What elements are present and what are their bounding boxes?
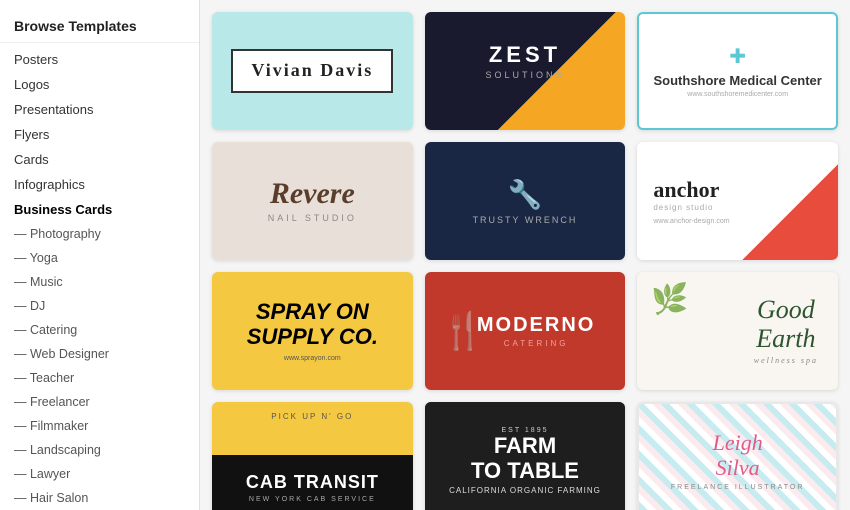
card-cab-transit[interactable]: PICK UP N' GO CAB TRANSIT NEW YORK CAB S… (212, 402, 413, 510)
card-12-name: LeighSilva (713, 431, 763, 479)
card-6-content: anchor design studio www.anchor-design.c… (653, 177, 729, 225)
sidebar-item-logos[interactable]: Logos (0, 72, 199, 97)
card-4-sub: NAIL STUDIO (268, 213, 357, 223)
sidebar-item-infographics[interactable]: Infographics (0, 172, 199, 197)
wrench-icon: 🔧 (508, 178, 543, 211)
card-11-overlay: EST 1895 FARMTO TABLE CALIFORNIA ORGANIC… (425, 402, 626, 510)
sidebar-item-freelancer[interactable]: — Freelancer (0, 390, 199, 414)
card-8-content: MODERNO CATERING (477, 314, 595, 348)
sidebar-item-photography[interactable]: — Photography (0, 222, 199, 246)
card-anchor[interactable]: anchor design studio www.anchor-design.c… (637, 142, 838, 260)
card-farm-table[interactable]: EST 1895 FARMTO TABLE CALIFORNIA ORGANIC… (425, 402, 626, 510)
card-10-sub: NEW YORK CAB SERVICE (249, 496, 376, 503)
sidebar-item-cards[interactable]: Cards (0, 147, 199, 172)
sidebar-item-dj[interactable]: — DJ (0, 294, 199, 318)
card-11-name: FARMTO TABLE (471, 434, 579, 482)
card-southshore[interactable]: ✚ Southshore Medical Center www.southsho… (637, 12, 838, 130)
sidebar-item-web-designer[interactable]: — Web Designer (0, 342, 199, 366)
template-grid-container: Vivian Davis ZEST SOLUTIONS ✚ Southshore… (200, 0, 850, 510)
card-7-content: SPRAY ONSUPPLY CO. www.sprayon.com (247, 300, 378, 361)
leaf-icon: 🌿 (651, 282, 688, 317)
card-1-name: Vivian Davis (251, 61, 373, 81)
card-3-name: Southshore Medical Center (654, 73, 822, 89)
card-5-name: TRUSTY WRENCH (473, 215, 578, 225)
sidebar-item-presentations[interactable]: Presentations (0, 97, 199, 122)
sidebar-item-landscaping[interactable]: — Landscaping (0, 438, 199, 462)
medical-icon: ✚ (654, 44, 822, 69)
sidebar-item-catering[interactable]: — Catering (0, 318, 199, 342)
sidebar: Browse Templates Posters Logos Presentat… (0, 0, 200, 510)
card-6-web: www.anchor-design.com (653, 218, 729, 225)
sidebar-item-yoga[interactable]: — Yoga (0, 246, 199, 270)
card-9-content: GoodEarth wellness spa (754, 296, 818, 366)
card-10-name: CAB TRANSIT (246, 472, 379, 493)
sidebar-item-hair-salon[interactable]: — Hair Salon (0, 486, 199, 510)
template-grid: Vivian Davis ZEST SOLUTIONS ✚ Southshore… (212, 12, 838, 510)
card-8-name: MODERNO (477, 314, 595, 337)
card-revere[interactable]: Revere NAIL STUDIO (212, 142, 413, 260)
card-zest[interactable]: ZEST SOLUTIONS (425, 12, 626, 130)
sidebar-item-lawyer[interactable]: — Lawyer (0, 462, 199, 486)
card-12-sub: FREELANCE ILLUSTRATOR (671, 484, 805, 491)
sidebar-item-flyers[interactable]: Flyers (0, 122, 199, 147)
sidebar-item-teacher[interactable]: — Teacher (0, 366, 199, 390)
card-8-sub: CATERING (477, 339, 595, 348)
card-10-stripe: CAB TRANSIT NEW YORK CAB SERVICE (212, 455, 413, 510)
sidebar-item-posters[interactable]: Posters (0, 47, 199, 72)
card-7-name: SPRAY ONSUPPLY CO. (247, 300, 378, 348)
card-10-top: PICK UP N' GO (271, 412, 353, 421)
card-6-name: anchor (653, 177, 729, 203)
card-4-name: Revere (268, 179, 357, 209)
card-7-web: www.sprayon.com (247, 355, 378, 362)
card-spray-on[interactable]: SPRAY ONSUPPLY CO. www.sprayon.com (212, 272, 413, 390)
card-vivian-davis[interactable]: Vivian Davis (212, 12, 413, 130)
card-3-content: ✚ Southshore Medical Center www.southsho… (654, 44, 822, 99)
card-11-sub: CALIFORNIA ORGANIC FARMING (449, 486, 601, 495)
card-6-sub: design studio (653, 203, 729, 212)
sidebar-item-business-cards[interactable]: Business Cards (0, 197, 199, 222)
sidebar-item-filmmaker[interactable]: — Filmmaker (0, 414, 199, 438)
browse-templates-header[interactable]: Browse Templates (0, 10, 199, 43)
card-2-name: ZEST (489, 42, 561, 68)
card-3-sub: www.southshoremedicenter.com (654, 91, 822, 98)
card-9-sub: wellness spa (754, 357, 818, 366)
card-1-content: Vivian Davis (231, 49, 393, 93)
card-leigh-silva[interactable]: LeighSilva FREELANCE ILLUSTRATOR (637, 402, 838, 510)
card-moderno[interactable]: 🍴 MODERNO CATERING (425, 272, 626, 390)
card-12-content: LeighSilva FREELANCE ILLUSTRATOR (639, 404, 836, 510)
card-4-content: Revere NAIL STUDIO (268, 179, 357, 223)
card-good-earth[interactable]: 🌿 GoodEarth wellness spa (637, 272, 838, 390)
card-2-sub: SOLUTIONS (485, 70, 564, 80)
sidebar-item-music[interactable]: — Music (0, 270, 199, 294)
card-trusty-wrench[interactable]: 🔧 TRUSTY WRENCH (425, 142, 626, 260)
